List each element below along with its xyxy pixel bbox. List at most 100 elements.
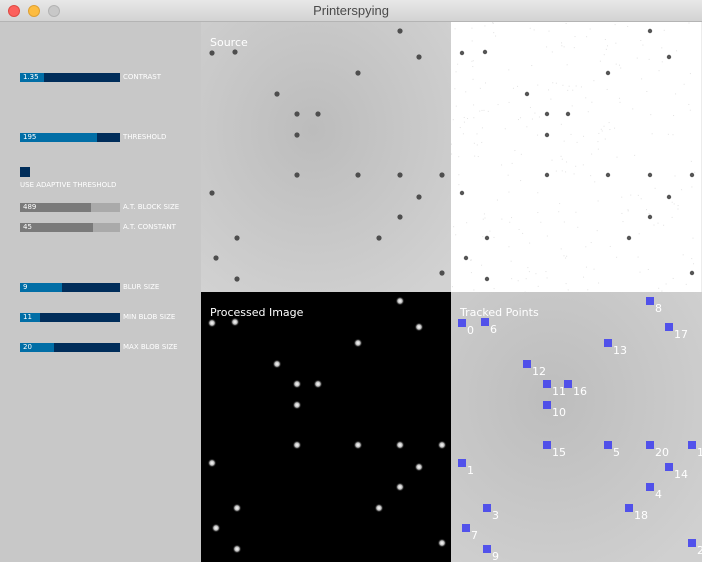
threshold-value: 195 xyxy=(23,133,37,141)
min-blob-slider[interactable]: 11 MIN BLOB SIZE xyxy=(20,313,175,322)
processed-blob xyxy=(437,440,447,450)
processed-blob xyxy=(232,503,242,513)
at-constant-slider[interactable]: 45 A.T. CONSTANT xyxy=(20,223,176,232)
contrast-value: 1.35 xyxy=(23,73,39,81)
processed-blob xyxy=(292,440,302,450)
processed-blob xyxy=(207,318,217,328)
control-panel: 1.35 CONTRAST 195 THRESHOLD USE ADAPTIVE… xyxy=(0,22,201,562)
contrast-slider[interactable]: 1.35 CONTRAST xyxy=(20,73,161,82)
processed-label: Processed Image xyxy=(210,306,304,319)
source-blob xyxy=(294,172,300,178)
tracked-point-marker xyxy=(543,441,551,449)
tracked-point-marker xyxy=(483,545,491,553)
tracked-point-label: 15 xyxy=(552,446,566,459)
tracked-point-marker xyxy=(543,380,551,388)
processed-blob xyxy=(292,379,302,389)
threshold-label: THRESHOLD xyxy=(123,133,167,141)
source-blob xyxy=(209,190,215,196)
threshold-blob xyxy=(647,172,653,178)
tracked-point-label: 18 xyxy=(634,509,648,522)
processed-blob xyxy=(395,482,405,492)
block-size-label: A.T. BLOCK SIZE xyxy=(123,203,180,211)
threshold-blob xyxy=(544,132,550,138)
processed-blob xyxy=(414,462,424,472)
tracked-point-label: 3 xyxy=(492,509,499,522)
source-blob xyxy=(355,172,361,178)
source-blob xyxy=(397,28,403,34)
min-blob-label: MIN BLOB SIZE xyxy=(123,313,176,321)
source-blob xyxy=(397,214,403,220)
blur-size-label: BLUR SIZE xyxy=(123,283,160,291)
source-blob xyxy=(355,70,361,76)
source-image xyxy=(201,22,451,292)
processed-view: Processed Image xyxy=(201,292,451,562)
tracked-view: 0 1 2 3 4 5 6 7 8 9 10 11 12 13 14 15 16 17 18 20 1 Tracked … xyxy=(451,292,702,562)
tracked-point-marker xyxy=(481,318,489,326)
tracked-point-label: 13 xyxy=(613,344,627,357)
tracked-point-label: 8 xyxy=(655,302,662,315)
threshold-blob xyxy=(459,190,465,196)
processed-blob xyxy=(313,379,323,389)
at-constant-value: 45 xyxy=(23,223,32,231)
threshold-blob xyxy=(647,28,653,34)
threshold-slider[interactable]: 195 THRESHOLD xyxy=(20,133,166,142)
threshold-blob xyxy=(666,54,672,60)
processed-blob xyxy=(292,400,302,410)
processed-blob xyxy=(353,338,363,348)
threshold-blob xyxy=(482,49,488,55)
source-blob xyxy=(294,132,300,138)
block-size-slider[interactable]: 489 A.T. BLOCK SIZE xyxy=(20,203,179,212)
processed-blob xyxy=(207,458,217,468)
source-blob xyxy=(439,172,445,178)
tracked-point-marker xyxy=(483,504,491,512)
tracked-point-label: 16 xyxy=(573,385,587,398)
threshold-blob xyxy=(605,172,611,178)
min-blob-value: 11 xyxy=(23,313,32,321)
threshold-blob xyxy=(565,111,571,117)
processed-blob xyxy=(414,322,424,332)
tracked-point-marker xyxy=(646,441,654,449)
source-blob xyxy=(294,111,300,117)
threshold-blob xyxy=(689,270,695,276)
tracked-point-marker xyxy=(462,524,470,532)
threshold-blob xyxy=(626,235,632,241)
contrast-label: CONTRAST xyxy=(123,73,161,81)
threshold-blob xyxy=(544,172,550,178)
tracked-point-label: 10 xyxy=(552,406,566,419)
tracked-point-marker xyxy=(458,459,466,467)
threshold-blob xyxy=(459,50,465,56)
source-blob xyxy=(416,54,422,60)
processed-blob xyxy=(437,538,447,548)
threshold-blob xyxy=(484,276,490,282)
tracked-point-label: 6 xyxy=(490,323,497,336)
tracked-point-marker xyxy=(458,319,466,327)
adaptive-threshold-toggle[interactable] xyxy=(20,167,30,177)
processed-blob xyxy=(395,296,405,306)
tracked-label: Tracked Points xyxy=(460,306,539,319)
adaptive-threshold-label: USE ADAPTIVE THRESHOLD xyxy=(20,181,117,189)
threshold-image xyxy=(451,22,701,292)
source-label: Source xyxy=(210,36,248,49)
source-blob xyxy=(209,50,215,56)
processed-blob xyxy=(232,544,242,554)
threshold-blob xyxy=(666,194,672,200)
max-blob-value: 20 xyxy=(23,343,32,351)
max-blob-slider[interactable]: 20 MAX BLOB SIZE xyxy=(20,343,178,352)
tracked-point-label: 1 xyxy=(697,446,702,459)
source-blob xyxy=(234,276,240,282)
tracked-point-marker xyxy=(543,401,551,409)
source-blob xyxy=(213,255,219,261)
processed-blob xyxy=(395,440,405,450)
threshold-blob xyxy=(484,235,490,241)
tracked-point-label: 12 xyxy=(532,365,546,378)
blur-size-slider[interactable]: 9 BLUR SIZE xyxy=(20,283,159,292)
tracked-point-label: 5 xyxy=(613,446,620,459)
processed-blob xyxy=(211,523,221,533)
window-title: Printerspying xyxy=(313,3,389,18)
tracked-point-marker xyxy=(604,441,612,449)
processed-blob xyxy=(374,503,384,513)
source-blob xyxy=(439,270,445,276)
threshold-blob xyxy=(647,214,653,220)
threshold-blob xyxy=(463,255,469,261)
threshold-blob xyxy=(689,172,695,178)
